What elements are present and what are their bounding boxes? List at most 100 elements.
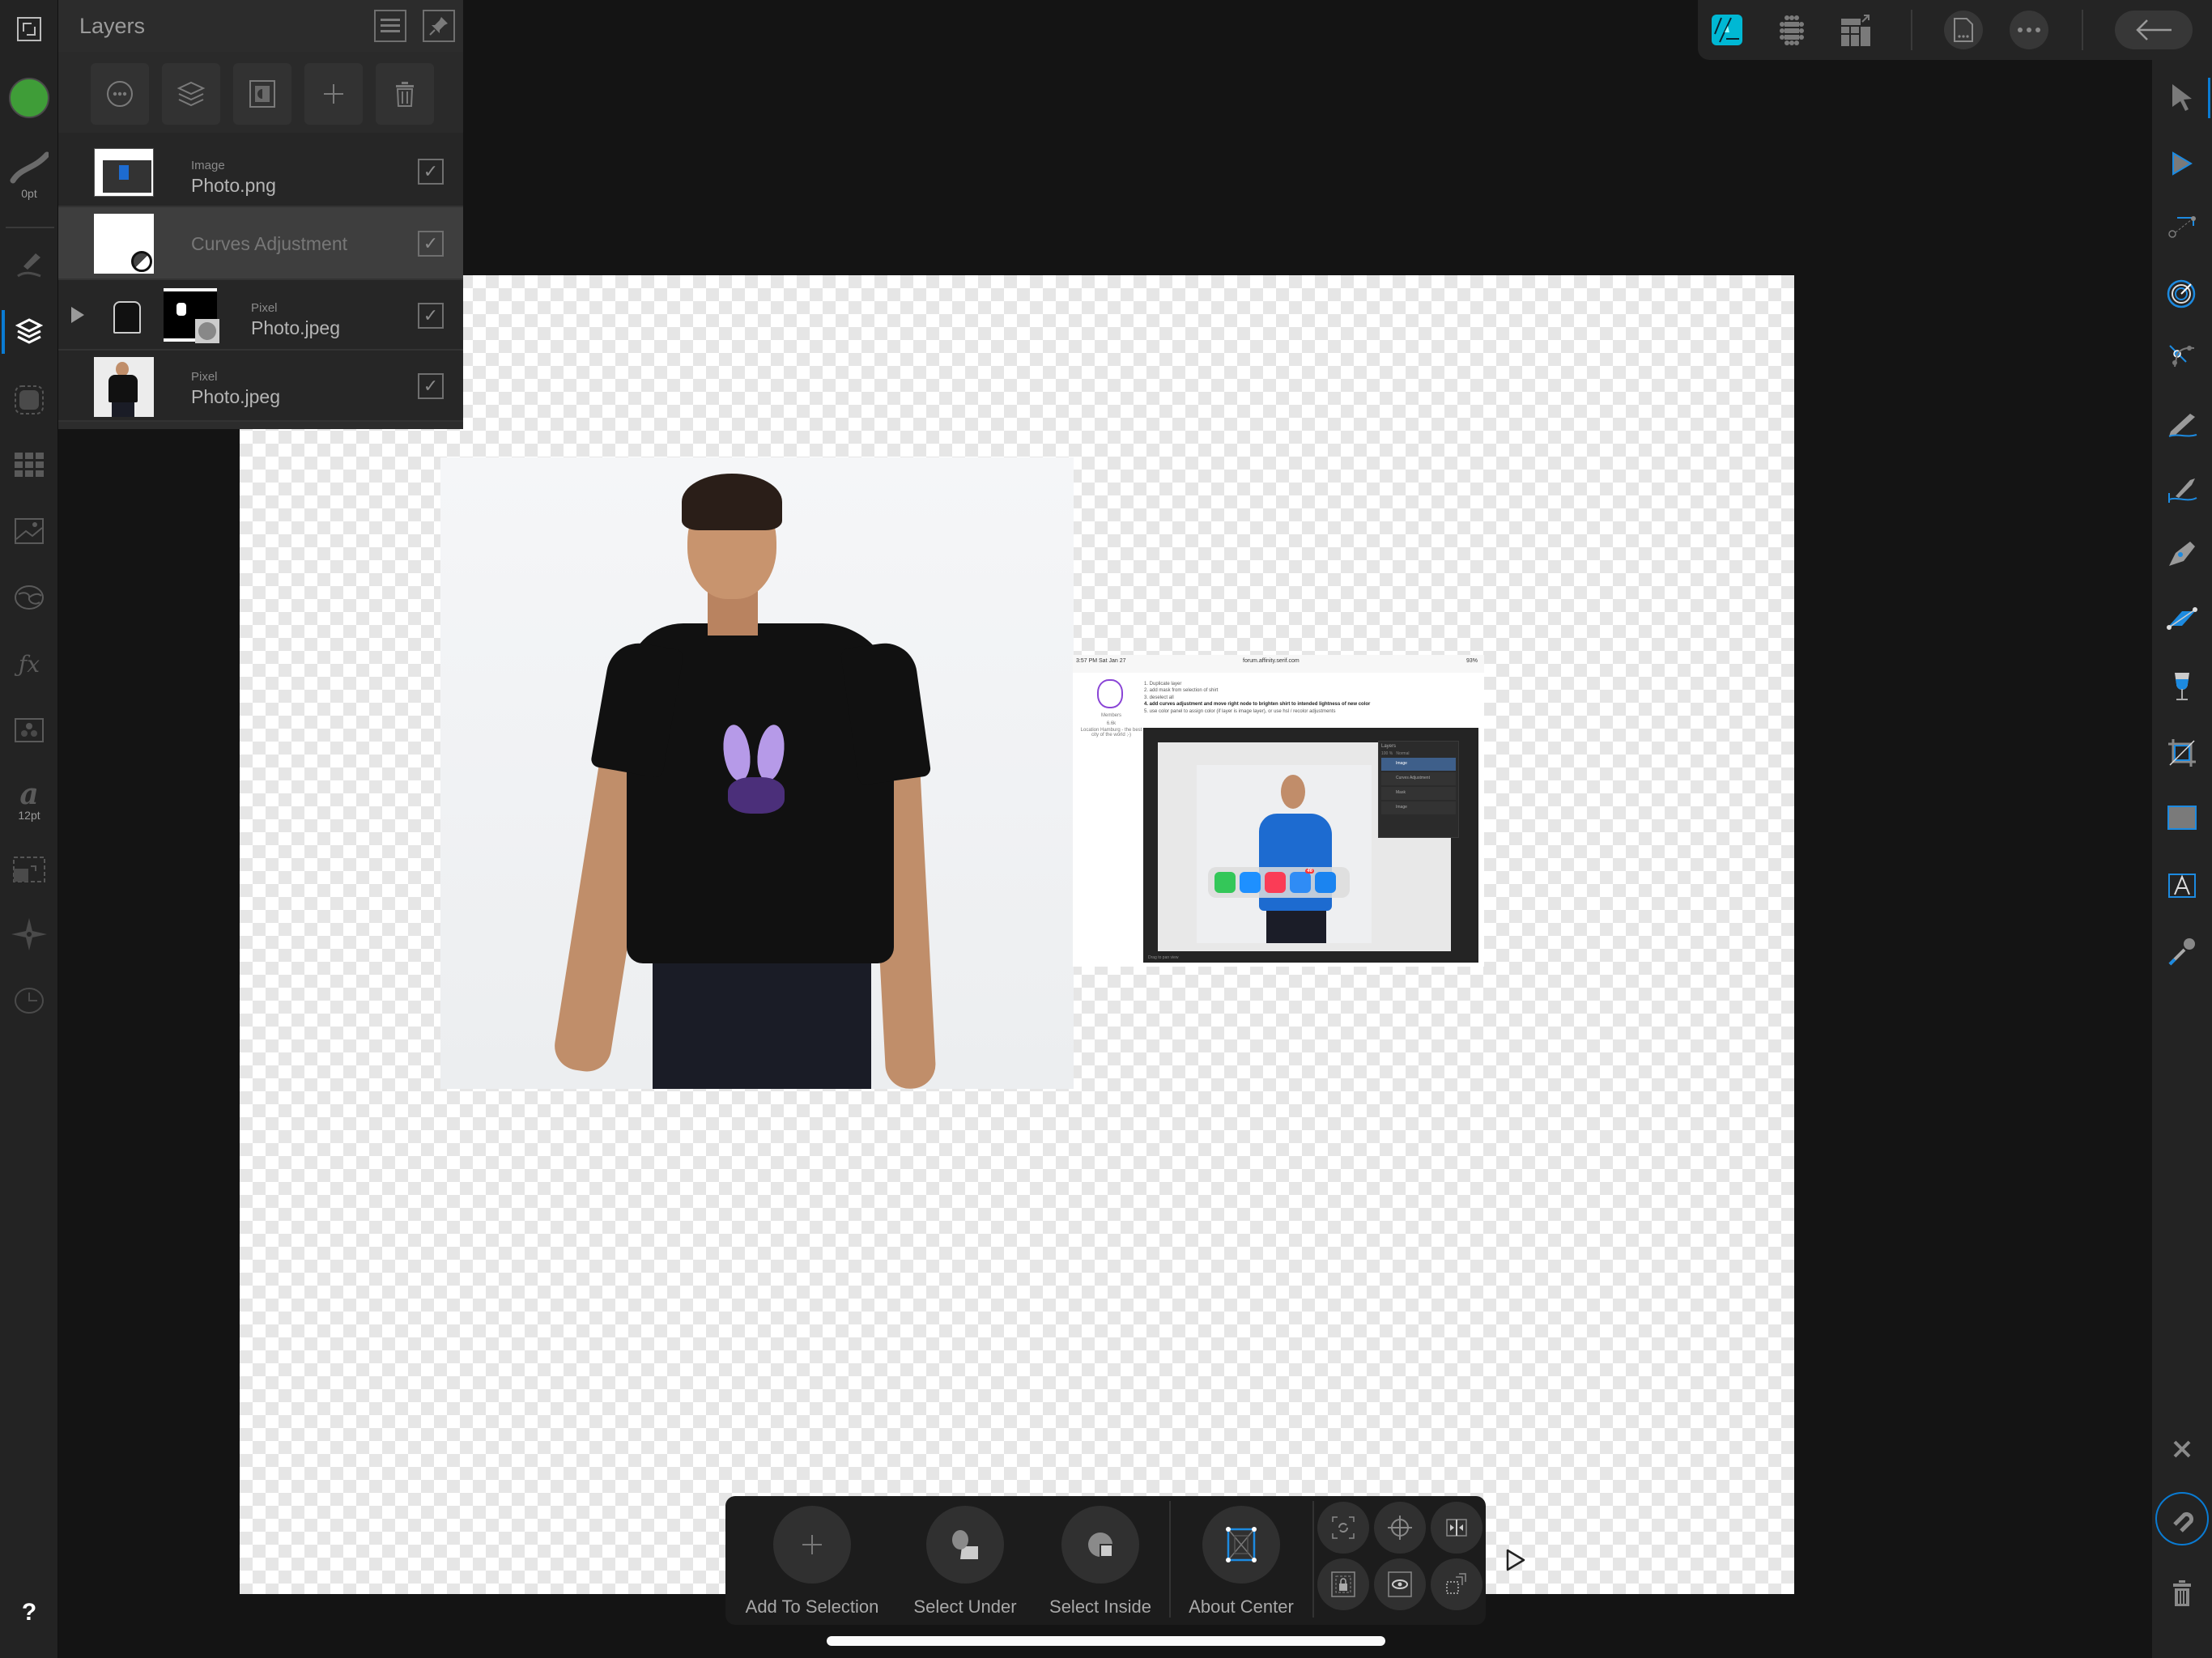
layer-row-photo-jpeg[interactable]: Pixel Photo.jpeg ✓: [58, 351, 463, 422]
lock-children-button[interactable]: [1317, 1558, 1369, 1610]
color-picker-tool[interactable]: [2152, 928, 2212, 976]
text-icon: a: [19, 777, 39, 811]
sidebar-item-selection[interactable]: [0, 379, 58, 421]
about-center-label: About Center: [1189, 1596, 1294, 1617]
color-picker-tool-icon: [2168, 938, 2195, 966]
layer-visibility-checkbox[interactable]: ✓: [418, 373, 444, 399]
layers-options-button[interactable]: [374, 10, 406, 42]
sidebar-item-transform[interactable]: [0, 848, 58, 891]
sidebar-item-navigator[interactable]: [0, 913, 58, 955]
select-under-button[interactable]: [926, 1506, 1004, 1584]
sidebar-item-layers[interactable]: [0, 309, 58, 353]
layer-more-button[interactable]: [91, 63, 149, 125]
swatches-icon: [15, 453, 44, 477]
layer-row-photo-jpeg-masked[interactable]: Pixel Photo.jpeg ✓: [58, 280, 463, 351]
pin-panel-button[interactable]: [423, 10, 455, 42]
adjustments-icon: [15, 585, 44, 610]
embedded-layer-row: Mask: [1381, 787, 1456, 800]
select-inside-button[interactable]: [1061, 1506, 1139, 1584]
sidebar-item-history[interactable]: [0, 980, 58, 1022]
document-menu-button[interactable]: [1944, 11, 1983, 49]
tools-sidebar: [2152, 60, 2212, 1658]
expand-layer-toggle[interactable]: [71, 307, 84, 323]
mask-thumbnail: [164, 288, 219, 343]
transform-object-separately-icon: [1446, 1573, 1466, 1594]
image-layer-screenshot[interactable]: 3:57 PM Sat Jan 27 forum.affinity.serif.…: [1073, 655, 1484, 967]
pen-tool[interactable]: [2152, 529, 2212, 578]
gradient-tool[interactable]: [2152, 594, 2212, 643]
pixel-layer-photo[interactable]: [440, 457, 1074, 1089]
affinity-persona-button[interactable]: [1708, 11, 1746, 49]
fx-icon: ƒx: [18, 650, 40, 678]
show-bounds-button[interactable]: [1374, 1558, 1426, 1610]
select-under-icon: [952, 1530, 978, 1559]
add-to-selection-button[interactable]: [773, 1506, 851, 1584]
embedded-step: 2. add mask from selection of shirt: [1144, 688, 1219, 694]
layers-panel-header: Layers: [58, 0, 463, 52]
select-inside-icon: [1088, 1533, 1113, 1558]
add-mask-button[interactable]: [233, 63, 291, 125]
sidebar-item-adjustments[interactable]: [0, 576, 58, 619]
paint-brush-tool[interactable]: [2152, 465, 2212, 513]
layer-name: Curves Adjustment: [191, 233, 348, 254]
embedded-opacity: 100 %: [1381, 751, 1393, 756]
layer-stack-button[interactable]: [162, 63, 220, 125]
node-tool[interactable]: [2152, 139, 2212, 188]
fullscreen-button[interactable]: [0, 11, 58, 47]
pencil-tool[interactable]: [2152, 400, 2212, 449]
crop-tool[interactable]: [2152, 729, 2212, 777]
sidebar-item-image[interactable]: [0, 510, 58, 552]
top-toolbar: [1698, 0, 2212, 60]
close-tool-button[interactable]: [2152, 1425, 2212, 1473]
selection-brush-tool[interactable]: [2152, 269, 2212, 317]
help-button[interactable]: ?: [0, 1592, 58, 1634]
mask-shape: [177, 303, 186, 316]
layer-name: Photo.jpeg: [251, 317, 340, 338]
messages-app-icon: [1214, 872, 1236, 893]
layer-row-photo-png[interactable]: Image Photo.png ✓: [58, 138, 463, 207]
shirt-thumb: [113, 301, 141, 334]
sidebar-item-channels[interactable]: [0, 709, 58, 751]
back-button[interactable]: [2115, 11, 2193, 49]
about-center-button[interactable]: [1202, 1506, 1280, 1584]
stroke-width-button[interactable]: 0pt: [0, 139, 58, 212]
export-persona-button[interactable]: [1837, 11, 1876, 49]
home-indicator: [827, 1636, 1385, 1646]
align-center-button[interactable]: [1431, 1502, 1482, 1554]
pixel-persona-button[interactable]: [1772, 11, 1811, 49]
layer-visibility-checkbox[interactable]: ✓: [418, 231, 444, 257]
crosshair-center-button[interactable]: [1374, 1502, 1426, 1554]
rectangle-tool[interactable]: [2152, 793, 2212, 842]
primary-color-swatch[interactable]: [0, 76, 58, 120]
sidebar-item-swatches[interactable]: [0, 444, 58, 486]
more-icon: [107, 81, 133, 107]
layer-visibility-checkbox[interactable]: ✓: [418, 303, 444, 329]
left-studio-sidebar: 0pt ƒx a 12pt ?: [0, 0, 58, 1658]
artistic-text-tool[interactable]: [2152, 861, 2212, 910]
more-menu-button[interactable]: [2010, 11, 2048, 49]
sidebar-item-text[interactable]: a 12pt: [0, 774, 58, 827]
add-layer-button[interactable]: [304, 63, 363, 125]
sidebar-item-brushes[interactable]: [0, 244, 58, 285]
transform-separately-button[interactable]: [1431, 1558, 1482, 1610]
document-canvas[interactable]: 3:57 PM Sat Jan 27 forum.affinity.serif.…: [240, 275, 1794, 1594]
layer-thumbnail: [94, 214, 154, 274]
fill-tool[interactable]: [2152, 662, 2212, 711]
play-arrow-icon[interactable]: [1506, 1549, 1525, 1571]
embedded-opacity-row: 100 % Normal: [1379, 751, 1458, 756]
pin-icon: [429, 17, 448, 36]
rotate-selection-button[interactable]: [1317, 1502, 1369, 1554]
check-icon: ✓: [423, 376, 439, 396]
delete-layer-button[interactable]: [376, 63, 434, 125]
delete-button[interactable]: [2152, 1569, 2212, 1618]
embedded-step: 3. deselect all: [1144, 695, 1174, 700]
snapping-button[interactable]: [2152, 1490, 2212, 1548]
view-tool[interactable]: [2152, 202, 2212, 251]
point-transform-tool[interactable]: [2152, 334, 2212, 382]
sidebar-item-fx[interactable]: ƒx: [0, 643, 58, 685]
move-tool[interactable]: [2152, 73, 2212, 121]
bunny-graphic: [728, 777, 785, 814]
layer-visibility-checkbox[interactable]: ✓: [418, 159, 444, 185]
toolbar-divider: [2082, 10, 2083, 50]
layer-row-curves-adjustment[interactable]: Curves Adjustment ✓: [58, 207, 463, 280]
